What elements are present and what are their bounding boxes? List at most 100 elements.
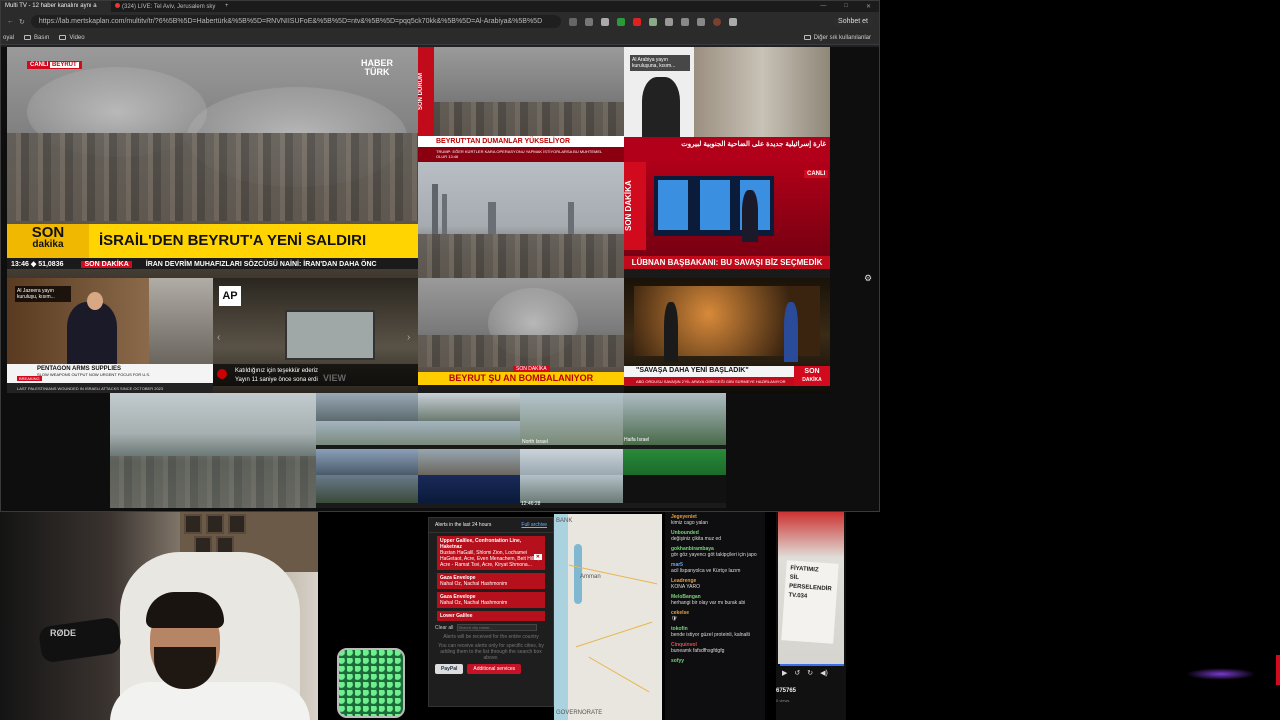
clear-all-button[interactable]: Clear all: [435, 625, 453, 631]
headline: İSRAİL'DEN BEYRUT'A YENİ SALDIRI: [99, 232, 367, 249]
tile-ntv[interactable]: SON DURUM BEYRUT'TAN DUMANLAR YÜKSELİYOR…: [418, 47, 624, 162]
headline: BEYRUT'TAN DUMANLAR YÜKSELİYOR: [418, 136, 624, 147]
price-card: FİYATIMIZ SİL PERSELENDİR TV.034: [781, 560, 839, 644]
bookmark-folder-basin[interactable]: Basın: [24, 34, 49, 41]
tile-aljazeera[interactable]: Al Jazeera yayın kuruluşu, kısım... PENT…: [7, 278, 213, 393]
alert-item[interactable]: Lower Galilee: [437, 611, 545, 621]
haberturk-logo: HABER TÜRK: [361, 58, 394, 77]
buildings: [418, 101, 624, 136]
rewind-icon[interactable]: ↺: [794, 669, 800, 677]
alert-item[interactable]: Upper Galilee, Confrontation Line, Haket…: [437, 536, 545, 570]
tile-aerial-city[interactable]: [110, 393, 316, 508]
maximize-icon[interactable]: □: [844, 3, 848, 10]
paypal-button[interactable]: PayPal: [435, 664, 464, 674]
previous-icon[interactable]: ‹: [217, 332, 220, 343]
tile-haberturk[interactable]: CANLI BEYRUT HABER TÜRK SON dakika İSRAİL'…: [7, 47, 418, 278]
buildings: [418, 233, 624, 278]
map-label: Amman: [580, 574, 601, 580]
tile-studio[interactable]: "SAVAŞA DAHA YENİ BAŞLADIK" ABD ORDUSU S…: [624, 278, 830, 393]
microphone: [37, 616, 123, 664]
chat-message: Unbounded değişiniz çikita muz ed: [665, 528, 765, 544]
feed-label: Haifa Israel: [624, 437, 650, 443]
refresh-icon[interactable]: ↻: [19, 18, 25, 26]
decorative-glow: [1186, 668, 1256, 680]
address-bar: ← ↻ https://lab.mertskaplan.com/multitv/…: [1, 12, 879, 31]
alerts-map[interactable]: Amman BANK GOVERNORATE: [554, 514, 662, 720]
camera-feed: [418, 475, 520, 503]
video-controls: ▶ ↺ ↻ ◀): [782, 669, 828, 677]
extension-icon[interactable]: [648, 17, 657, 26]
bookmark-item[interactable]: oyal: [3, 35, 14, 41]
headline: "SAVAŞA DAHA YENİ BAŞLADIK": [624, 366, 794, 377]
avatar[interactable]: [712, 17, 721, 26]
tile-multicam[interactable]: North Israel Haifa Israel 12:46:28: [316, 393, 726, 508]
chat-text: gör göz yayencı göt takipçileri için jap…: [671, 552, 757, 558]
tower: [432, 184, 438, 234]
tile-beyrut-live[interactable]: SON DAKİKA BEYRUT ŞU AN BOMBALANIYOR: [418, 278, 624, 393]
chat-message: cekelse 🛡: [665, 608, 765, 624]
settings-gear-icon[interactable]: ⚙: [864, 274, 873, 283]
full-archive-link[interactable]: Full archive: [521, 522, 547, 528]
tab-youtube-live[interactable]: (324) LIVE: Tel Aviv, Jerusalem sky: [111, 1, 221, 12]
collections-icon[interactable]: [696, 17, 705, 26]
extension-icon[interactable]: [600, 17, 609, 26]
son-dakika-badge: SON DAKİKA: [624, 162, 646, 250]
map-label: BANK: [556, 518, 573, 524]
tile-alarabiya[interactable]: Al Arabiya yayın kuruluşuna, kısım... غا…: [624, 47, 830, 162]
tab-multitv[interactable]: Multi TV - 12 haber kanalını aynı a: [1, 1, 111, 12]
stream-icon: [217, 369, 227, 379]
forward-icon[interactable]: ↻: [807, 669, 813, 677]
bookmark-folder-video[interactable]: Video: [59, 34, 85, 41]
additional-services-button[interactable]: Additional services: [467, 664, 522, 674]
screen: [700, 180, 730, 230]
video-panel[interactable]: FİYATIMIZ SİL PERSELENDİR TV.034 ▶ ↺ ↻ ◀…: [776, 512, 846, 720]
favorite-icon[interactable]: [584, 17, 593, 26]
new-tab-button[interactable]: +: [221, 1, 241, 12]
alert-item[interactable]: Gaza Envelope Nahal Oz, Nachal Hashmonim: [437, 592, 545, 608]
close-icon[interactable]: ✕: [866, 3, 871, 10]
extension-icon[interactable]: [664, 17, 673, 26]
road: [588, 656, 650, 693]
chat-message: tokofin bende istiyor güzel proteinli, ka…: [665, 624, 765, 640]
tower: [568, 202, 574, 234]
chat-message: gokhanbirambaya gör göz yayencı göt takip…: [665, 544, 765, 560]
extensions: [568, 17, 737, 26]
live-chat: Jegeyeniet kimiz cago yalan Unbounded değiş…: [665, 512, 765, 720]
webcam-feed: RØDE: [0, 512, 318, 720]
back-icon[interactable]: ←: [7, 18, 14, 26]
alert-item[interactable]: Gaza Envelope Nahal Oz, Nachal Hashmonim: [437, 573, 545, 589]
tower: [488, 202, 496, 234]
city-search-input[interactable]: [457, 624, 538, 631]
play-icon[interactable]: ▶: [782, 669, 787, 677]
presenter-person: [784, 302, 798, 362]
photo-frame: [184, 514, 202, 534]
copilot-chat-button[interactable]: Sohbet et: [833, 17, 873, 26]
other-bookmarks[interactable]: Diğer sık kullanılanlar: [803, 34, 877, 41]
son-dakika-badge: SON dakika: [7, 224, 89, 258]
tile-tv100[interactable]: SON DAKİKA CANLI LÜBNAN BAŞBAKANI: BU SA…: [624, 162, 830, 278]
split-screen-icon[interactable]: [680, 17, 689, 26]
chat-message: sofyy: [665, 656, 765, 666]
tab-label: (324) LIVE: Tel Aviv, Jerusalem sky: [122, 4, 216, 10]
anchor-person: [742, 190, 758, 242]
chat-text: değişiniz çikita muz ed: [671, 536, 722, 542]
read-aloud-icon[interactable]: [568, 17, 577, 26]
close-icon[interactable]: ✕: [533, 554, 542, 560]
camera-feed: [520, 475, 623, 503]
chat-username[interactable]: sofyy: [671, 658, 757, 664]
minimize-icon[interactable]: —: [820, 3, 826, 10]
headline-bar: SON dakika İSRAİL'DEN BEYRUT'A YENİ SALDI…: [7, 224, 418, 258]
speaker-head: [87, 292, 103, 310]
progress-bar[interactable]: [780, 664, 844, 666]
alerts-panel: Alerts in the last 24 hours Full archive…: [428, 517, 554, 707]
next-icon[interactable]: ›: [407, 332, 410, 343]
menu-icon[interactable]: [728, 17, 737, 26]
extension-red-icon[interactable]: [632, 17, 641, 26]
volume-icon[interactable]: ◀): [820, 669, 828, 677]
extension-green-icon[interactable]: [616, 17, 625, 26]
tile-skyline[interactable]: [418, 162, 624, 278]
son-dakika-badge: SON DAKİKA: [794, 366, 830, 386]
tile-ap[interactable]: AP ‹ › Katıldığınız için teşekkür ederiz…: [213, 278, 418, 393]
url-field[interactable]: https://lab.mertskaplan.com/multitv/tr/?…: [30, 15, 561, 28]
headline: BEYRUT ŞU AN BOMBALANIYOR: [418, 372, 624, 385]
